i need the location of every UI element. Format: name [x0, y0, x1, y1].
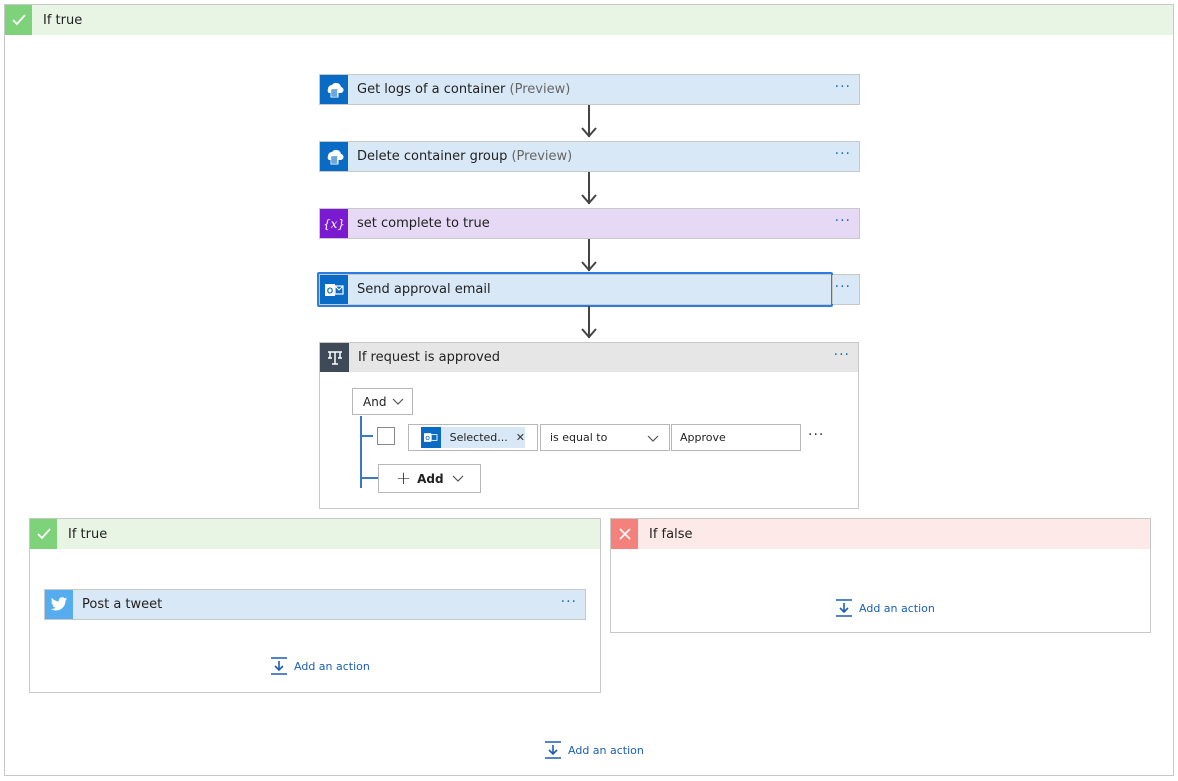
token-label: Selected...: [449, 431, 508, 444]
condition-card: If request is approved ··· And O Selecte…: [319, 342, 859, 509]
branch-false-title: If false: [649, 526, 693, 542]
action-post-tweet[interactable]: Post a tweet ···: [44, 589, 586, 620]
action-title: Get logs of a container (Preview): [357, 82, 571, 97]
action-get-logs[interactable]: Get logs of a container (Preview) ···: [319, 74, 860, 105]
add-condition-label: Add: [417, 471, 444, 486]
add-action-button[interactable]: Add an action: [835, 599, 935, 617]
dynamic-content-token[interactable]: O Selected... ✕: [421, 427, 525, 448]
connector-arrow-icon: [581, 127, 597, 138]
more-options-icon[interactable]: ···: [835, 279, 851, 295]
action-set-variable[interactable]: {x} set complete to true ···: [319, 208, 860, 239]
add-action-label: Add an action: [294, 659, 370, 673]
close-icon: [611, 519, 638, 549]
container-instance-icon: [320, 142, 348, 171]
outer-add-action-button[interactable]: Add an action: [544, 741, 644, 759]
tree-branch: [360, 435, 373, 437]
plus-icon: +: [396, 468, 412, 489]
check-icon: [5, 5, 32, 35]
svg-text:O: O: [426, 436, 431, 442]
right-operand-value: Approve: [680, 431, 726, 444]
container-instance-icon: [320, 75, 348, 104]
add-action-icon: [271, 657, 287, 675]
more-options-icon[interactable]: ···: [835, 213, 851, 229]
branch-true-header[interactable]: If true: [30, 519, 600, 549]
add-action-icon: [836, 599, 852, 617]
condition-header[interactable]: If request is approved ···: [320, 343, 858, 372]
variable-icon: {x}: [320, 209, 348, 238]
more-options-icon[interactable]: ···: [835, 79, 851, 95]
more-options-icon[interactable]: ···: [561, 594, 577, 610]
outer-scope-title: If true: [43, 12, 83, 28]
right-operand-field[interactable]: Approve: [671, 424, 801, 451]
group-operator-value: And: [363, 394, 387, 409]
operator-select[interactable]: is equal to: [540, 424, 670, 451]
outlook-icon: O: [421, 427, 441, 448]
left-operand-field[interactable]: O Selected... ✕: [408, 424, 538, 451]
connector-arrow-icon: [581, 194, 597, 205]
chevron-down-icon: [452, 475, 463, 482]
row-checkbox[interactable]: [377, 427, 395, 445]
branch-false-header[interactable]: If false: [611, 519, 1150, 549]
add-condition-button[interactable]: + Add: [378, 464, 481, 493]
action-title: set complete to true: [357, 216, 490, 231]
branch-if-true: If true Post a tweet ··· Add an action: [29, 518, 601, 693]
chevron-down-icon: [647, 435, 659, 442]
more-options-icon[interactable]: ···: [835, 146, 851, 162]
action-delete-container[interactable]: Delete container group (Preview) ···: [319, 141, 860, 172]
condition-icon: [320, 343, 349, 372]
outer-scope-header[interactable]: If true: [5, 5, 1173, 35]
branch-true-title: If true: [68, 526, 108, 542]
add-action-label: Add an action: [568, 743, 644, 757]
token-remove-icon[interactable]: ✕: [516, 431, 525, 444]
group-operator-select[interactable]: And: [352, 388, 413, 415]
tree-branch: [360, 477, 378, 479]
connector-arrow-icon: [581, 261, 597, 272]
more-options-icon[interactable]: ···: [834, 347, 850, 363]
condition-title: If request is approved: [358, 350, 501, 365]
row-options-icon[interactable]: ···: [808, 427, 824, 443]
branch-if-false: If false Add an action: [610, 518, 1151, 633]
chevron-down-icon: [392, 398, 404, 405]
action-title: Delete container group (Preview): [357, 149, 573, 164]
add-action-label: Add an action: [859, 601, 935, 615]
operator-value: is equal to: [550, 431, 608, 444]
menu-divider: [832, 275, 833, 304]
action-title: Post a tweet: [82, 597, 163, 612]
selection-outline: [317, 272, 833, 307]
add-action-button[interactable]: Add an action: [270, 657, 370, 675]
twitter-icon: [45, 590, 73, 619]
add-action-icon: [545, 741, 561, 759]
connector-arrow-icon: [581, 328, 597, 339]
check-icon: [30, 519, 57, 549]
